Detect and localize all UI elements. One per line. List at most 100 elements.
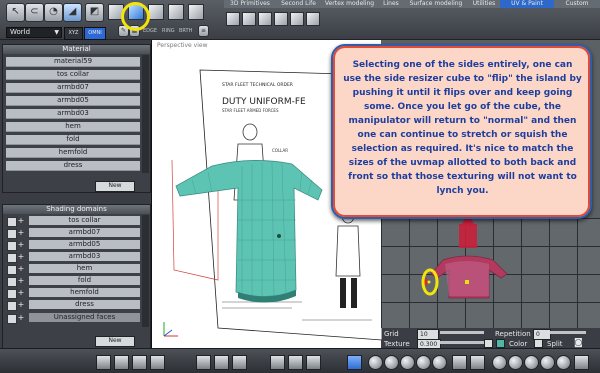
add-icon[interactable]: +: [17, 265, 25, 273]
split-checkbox[interactable]: [534, 339, 543, 348]
rect-select-icon[interactable]: ◢: [63, 3, 82, 22]
uv-shading-1-icon[interactable]: [492, 355, 507, 370]
rotate-view-icon[interactable]: [214, 355, 229, 370]
material-scrollbar[interactable]: [142, 55, 149, 173]
color-checkbox[interactable]: [484, 339, 493, 348]
uv-frame-icon[interactable]: [574, 355, 589, 370]
view-split-icon[interactable]: [132, 355, 147, 370]
uv-tool-5-icon[interactable]: [290, 12, 304, 26]
mesh-pivot[interactable]: [277, 234, 281, 238]
tab-utilities[interactable]: Utilities: [468, 0, 501, 8]
visibility-checkbox[interactable]: [7, 241, 17, 251]
view-quad-icon[interactable]: [150, 355, 165, 370]
shading-item[interactable]: armbd07: [29, 228, 140, 237]
grid-slider[interactable]: [440, 331, 484, 334]
texture-slider[interactable]: [440, 341, 484, 344]
shading-item[interactable]: hemfold: [29, 288, 140, 297]
shading-item[interactable]: fold: [29, 276, 140, 285]
material-item[interactable]: fold: [6, 135, 140, 145]
visibility-checkbox[interactable]: [7, 217, 17, 227]
shading-scrollbar[interactable]: [142, 215, 149, 327]
visibility-checkbox[interactable]: [7, 277, 17, 287]
visibility-checkbox[interactable]: [7, 289, 17, 299]
material-item[interactable]: hem: [6, 122, 140, 132]
material-item[interactable]: tos collar: [6, 70, 140, 80]
render-mode-icon[interactable]: [347, 355, 362, 370]
visibility-checkbox[interactable]: [7, 301, 17, 311]
material-item[interactable]: armbd07: [6, 83, 140, 93]
new-material-button[interactable]: New: [95, 181, 135, 192]
lasso-select-icon[interactable]: ⊂: [25, 3, 44, 22]
shading-item[interactable]: tos collar: [29, 216, 140, 225]
shading-item-unassigned[interactable]: Unassigned faces: [29, 313, 140, 322]
add-icon[interactable]: +: [17, 314, 25, 322]
shading-item[interactable]: armbd03: [29, 252, 140, 261]
zoom-view-icon[interactable]: [232, 355, 247, 370]
shading-flat-icon[interactable]: [384, 355, 399, 370]
camera-icon[interactable]: ◙: [574, 338, 586, 348]
pan-icon[interactable]: [196, 355, 211, 370]
layout-icon[interactable]: [96, 355, 111, 370]
shading-wire-icon[interactable]: [368, 355, 383, 370]
frame-icon[interactable]: [270, 355, 285, 370]
tab-3d-primitives[interactable]: 3D Primitives: [224, 0, 277, 8]
grid-toggle-icon[interactable]: [288, 355, 303, 370]
uv-shading-4-icon[interactable]: [540, 355, 555, 370]
shading-lit-icon[interactable]: [432, 355, 447, 370]
add-icon[interactable]: +: [17, 253, 25, 261]
shading-item[interactable]: dress: [29, 300, 140, 309]
add-icon[interactable]: +: [17, 301, 25, 309]
tab-vertex-modeling[interactable]: Vertex modeling: [321, 0, 379, 8]
tab-custom[interactable]: Custom: [554, 0, 600, 8]
uv-resizer-cube-icon[interactable]: [465, 280, 469, 284]
uv-shading-5-icon[interactable]: [556, 355, 571, 370]
material-item[interactable]: armbd05: [6, 96, 140, 106]
add-icon[interactable]: +: [17, 289, 25, 297]
uv-shading-3-icon[interactable]: [524, 355, 539, 370]
color-swatch[interactable]: [496, 339, 505, 348]
paint-select-icon[interactable]: ◔: [44, 3, 63, 22]
magic-select-icon[interactable]: ◩: [85, 3, 104, 22]
visibility-checkbox[interactable]: [7, 229, 17, 239]
material-item[interactable]: armbd03: [6, 109, 140, 119]
visibility-checkbox[interactable]: [7, 253, 17, 263]
uv-grid[interactable]: [381, 218, 600, 328]
xyz-button[interactable]: XYZ: [64, 27, 83, 40]
coordinate-system-select[interactable]: World ▼: [6, 27, 62, 38]
repetition-slider[interactable]: [550, 331, 586, 334]
tab-lines[interactable]: Lines: [378, 0, 405, 8]
tab-second-life[interactable]: Second Life: [276, 0, 322, 8]
material-mode-cube-icon[interactable]: [188, 4, 204, 20]
tab-surface-modeling[interactable]: Surface modeling: [404, 0, 469, 8]
uv-tool-2-icon[interactable]: [242, 12, 256, 26]
tab-uv-paint[interactable]: UV & Paint: [500, 0, 555, 8]
add-icon[interactable]: +: [17, 229, 25, 237]
uv-view-icon[interactable]: [452, 355, 467, 370]
uv-tool-3-icon[interactable]: [258, 12, 272, 26]
shading-item[interactable]: hem: [29, 264, 140, 273]
material-item[interactable]: hemfold: [6, 148, 140, 158]
uv-tool-4-icon[interactable]: [274, 12, 288, 26]
uv-shading-2-icon[interactable]: [508, 355, 523, 370]
shading-texture-icon[interactable]: [416, 355, 431, 370]
face-mode-cube-icon[interactable]: [148, 4, 164, 20]
add-icon[interactable]: +: [17, 277, 25, 285]
uv-tool-1-icon[interactable]: [226, 12, 240, 26]
view-single-icon[interactable]: [114, 355, 129, 370]
material-item[interactable]: material59: [6, 57, 140, 67]
visibility-checkbox[interactable]: [7, 265, 17, 275]
select-arrow-icon[interactable]: ↖: [6, 3, 25, 22]
omni-button[interactable]: OMNI: [84, 27, 106, 40]
visibility-checkbox[interactable]: [7, 314, 17, 324]
uv-tool-6-icon[interactable]: [306, 12, 320, 26]
shading-item[interactable]: armbd05: [29, 240, 140, 249]
add-icon[interactable]: +: [17, 217, 25, 225]
uv-split-icon[interactable]: [470, 355, 485, 370]
object-mode-cube-icon[interactable]: [168, 4, 184, 20]
material-item[interactable]: dress: [6, 161, 140, 171]
add-icon[interactable]: +: [17, 241, 25, 249]
shading-smooth-icon[interactable]: [400, 355, 415, 370]
snap-icon[interactable]: [306, 355, 321, 370]
options-icon[interactable]: ≡: [198, 25, 209, 37]
uv-island-top[interactable]: [459, 224, 477, 248]
